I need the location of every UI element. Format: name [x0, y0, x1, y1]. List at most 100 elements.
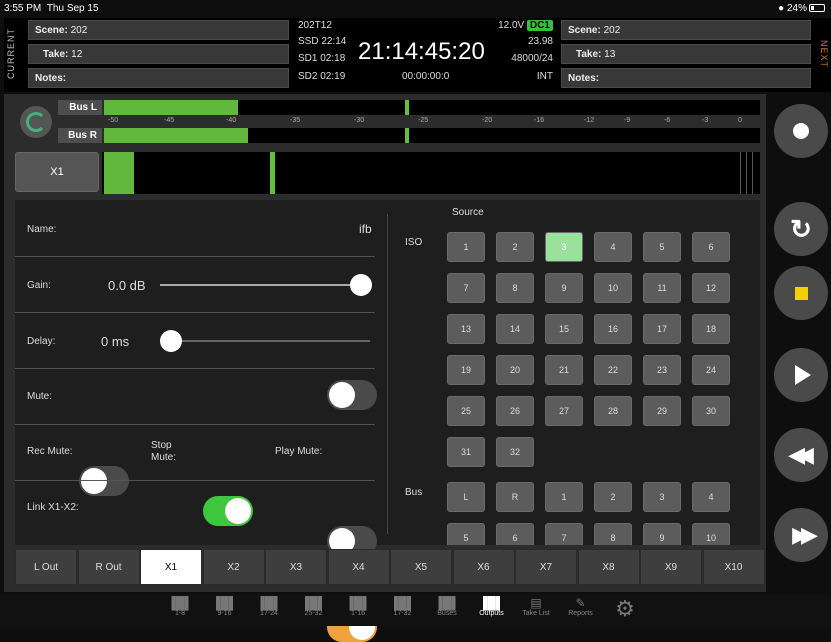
- output-tab[interactable]: X10: [702, 549, 765, 585]
- name-value[interactable]: ifb: [359, 222, 372, 236]
- iso-source-button[interactable]: 1: [447, 232, 485, 262]
- bus-source-button[interactable]: 4: [692, 482, 730, 512]
- next-take-field[interactable]: Take: 13: [561, 44, 811, 64]
- bus-l-level: [104, 100, 238, 115]
- output-tab[interactable]: X3: [265, 549, 327, 585]
- toolbar-item[interactable]: ▐█▌ 1-8: [160, 596, 200, 617]
- gain-slider-track[interactable]: [160, 284, 365, 286]
- gain-slider-knob[interactable]: [350, 274, 372, 296]
- record-button[interactable]: [774, 104, 828, 158]
- toolbar-item[interactable]: ▐█▌ 17-24: [249, 596, 289, 617]
- current-notes-field[interactable]: Notes:: [28, 68, 289, 88]
- rewind-button[interactable]: ◀◀: [774, 428, 828, 482]
- ssd-remaining: SSD 22:14: [298, 36, 347, 47]
- iso-source-button[interactable]: 28: [594, 396, 632, 426]
- iso-source-button[interactable]: 21: [545, 355, 583, 385]
- meter-icon: ▐█▌: [345, 596, 371, 610]
- divider: [15, 256, 375, 257]
- iso-source-button[interactable]: 24: [692, 355, 730, 385]
- iso-source-button[interactable]: 8: [496, 273, 534, 303]
- iso-source-button[interactable]: 2: [496, 232, 534, 262]
- iso-source-button[interactable]: 14: [496, 314, 534, 344]
- bus-source-button[interactable]: 9: [643, 523, 681, 545]
- delay-slider-knob[interactable]: [160, 330, 182, 352]
- iso-source-button[interactable]: 23: [643, 355, 681, 385]
- iso-source-button[interactable]: 22: [594, 355, 632, 385]
- iso-source-button[interactable]: 20: [496, 355, 534, 385]
- iso-source-button[interactable]: 16: [594, 314, 632, 344]
- iso-source-button[interactable]: 6: [692, 232, 730, 262]
- toolbar-item[interactable]: ▐█▌ Outputs: [472, 596, 512, 617]
- toolbar-item[interactable]: ▐█▌ 17-32: [383, 596, 423, 617]
- stop-mute-toggle[interactable]: [203, 496, 253, 526]
- iso-source-button[interactable]: 19: [447, 355, 485, 385]
- iso-source-button[interactable]: 12: [692, 273, 730, 303]
- next-scene-field[interactable]: Scene: 202: [561, 20, 811, 40]
- bus-source-button[interactable]: 2: [594, 482, 632, 512]
- iso-source-button[interactable]: 10: [594, 273, 632, 303]
- output-tab[interactable]: L Out: [15, 549, 77, 585]
- current-scene-field[interactable]: Scene: 202: [28, 20, 289, 40]
- output-tab[interactable]: X8: [577, 549, 640, 585]
- toolbar-item[interactable]: ▐█▌ 1-16: [338, 596, 378, 617]
- iso-source-button[interactable]: 32: [496, 437, 534, 467]
- iso-source-button[interactable]: 13: [447, 314, 485, 344]
- iso-source-button[interactable]: 31: [447, 437, 485, 467]
- iso-source-button[interactable]: 11: [643, 273, 681, 303]
- iso-source-button[interactable]: 9: [545, 273, 583, 303]
- toolbar-item[interactable]: ✎ Reports: [561, 596, 601, 617]
- output-tab[interactable]: X1: [140, 549, 202, 585]
- iso-source-button[interactable]: 29: [643, 396, 681, 426]
- play-button[interactable]: [774, 348, 828, 402]
- output-tab[interactable]: X6: [452, 549, 515, 585]
- stop-icon: [794, 286, 808, 300]
- frame-rate: 23.98: [527, 36, 553, 47]
- bus-source-button[interactable]: 3: [643, 482, 681, 512]
- mute-toggle[interactable]: [327, 380, 377, 410]
- iso-source-button[interactable]: 18: [692, 314, 730, 344]
- x1-channel-button[interactable]: X1: [15, 152, 99, 192]
- toolbar-item[interactable]: ▤ Take List: [516, 596, 556, 617]
- fast-forward-button[interactable]: ▶▶: [774, 508, 828, 562]
- bus-source-button[interactable]: 1: [545, 482, 583, 512]
- current-take-field[interactable]: Take: 12: [28, 44, 289, 64]
- rec-mute-toggle[interactable]: [79, 466, 129, 496]
- toolbar-item[interactable]: ▐█▌ 25-32: [294, 596, 334, 617]
- bus-source-button[interactable]: 6: [496, 523, 534, 545]
- iso-source-button[interactable]: 7: [447, 273, 485, 303]
- output-tab[interactable]: X5: [390, 549, 452, 585]
- iso-source-button[interactable]: 27: [545, 396, 583, 426]
- bus-source-button[interactable]: 8: [594, 523, 632, 545]
- iso-source-button[interactable]: 25: [447, 396, 485, 426]
- timecode-panel: 202T12 12.0V DC1 SSD 22:14 SD1 02:18 SD2…: [294, 18, 559, 92]
- iso-source-button[interactable]: 17: [643, 314, 681, 344]
- delay-slider-track[interactable]: [160, 340, 370, 342]
- output-tab[interactable]: X7: [515, 549, 577, 585]
- toolbar-item[interactable]: ▐█▌ Buses: [427, 596, 467, 617]
- output-tab[interactable]: X4: [327, 549, 390, 585]
- bus-source-button[interactable]: R: [496, 482, 534, 512]
- iso-source-button[interactable]: 30: [692, 396, 730, 426]
- mute-label: Mute:: [27, 391, 53, 402]
- output-tab[interactable]: R Out: [77, 549, 140, 585]
- bus-source-button[interactable]: 10: [692, 523, 730, 545]
- toolbar-item[interactable]: ▐█▌ 9-16: [205, 596, 245, 617]
- bus-source-button[interactable]: 7: [545, 523, 583, 545]
- iso-source-button[interactable]: 15: [545, 314, 583, 344]
- divider: [15, 368, 375, 369]
- bus-source-button[interactable]: 5: [447, 523, 485, 545]
- iso-source-button[interactable]: 4: [594, 232, 632, 262]
- iso-source-button[interactable]: 26: [496, 396, 534, 426]
- output-tab[interactable]: X9: [640, 549, 702, 585]
- iso-source-button[interactable]: 3: [545, 232, 583, 262]
- next-notes-field[interactable]: Notes:: [561, 68, 811, 88]
- toolbar-item[interactable]: ⚙: [605, 596, 645, 622]
- iso-source-button[interactable]: 5: [643, 232, 681, 262]
- stop-button[interactable]: [774, 266, 828, 320]
- report-icon: ✎: [575, 596, 586, 610]
- undo-button[interactable]: ↻: [774, 202, 828, 256]
- delay-value: 0 ms: [101, 334, 130, 349]
- bus-source-button[interactable]: L: [447, 482, 485, 512]
- output-tab[interactable]: X2: [202, 549, 265, 585]
- app-logo[interactable]: [20, 106, 52, 138]
